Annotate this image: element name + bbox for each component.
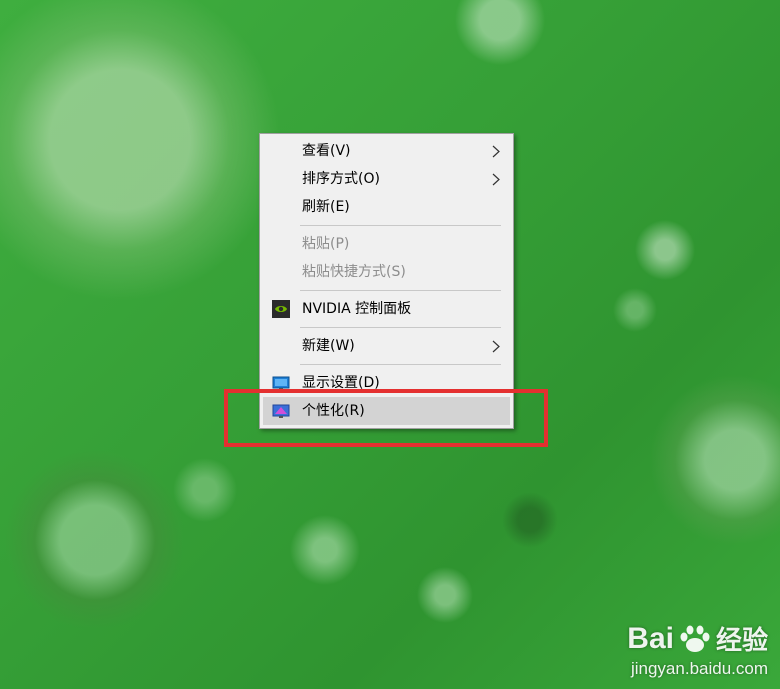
menu-item-paste-shortcut: 粘贴快捷方式(S) bbox=[260, 258, 513, 286]
menu-item-label: 个性化(R) bbox=[302, 403, 365, 419]
nvidia-icon bbox=[272, 300, 290, 318]
personalize-icon bbox=[272, 402, 290, 420]
desktop-context-menu: 查看(V) 排序方式(O) 刷新(E) 粘贴(P) 粘贴快捷方式(S) NVID… bbox=[259, 133, 514, 429]
menu-item-personalize[interactable]: 个性化(R) bbox=[263, 397, 510, 425]
menu-item-label: 新建(W) bbox=[302, 338, 355, 354]
menu-separator bbox=[300, 327, 501, 328]
menu-item-new[interactable]: 新建(W) bbox=[260, 332, 513, 360]
chevron-right-icon bbox=[491, 165, 501, 193]
menu-item-label: 排序方式(O) bbox=[302, 171, 380, 187]
menu-item-label: 刷新(E) bbox=[302, 199, 350, 215]
menu-separator bbox=[300, 364, 501, 365]
menu-item-sort-by[interactable]: 排序方式(O) bbox=[260, 165, 513, 193]
menu-item-label: NVIDIA 控制面板 bbox=[302, 301, 412, 317]
menu-item-nvidia-control-panel[interactable]: NVIDIA 控制面板 bbox=[260, 295, 513, 323]
menu-item-display-settings[interactable]: 显示设置(D) bbox=[260, 369, 513, 397]
menu-item-label: 粘贴快捷方式(S) bbox=[302, 264, 406, 280]
menu-item-paste: 粘贴(P) bbox=[260, 230, 513, 258]
baidu-jingyan-watermark: Bai 经验 jingyan.baidu.com bbox=[627, 620, 768, 679]
chevron-right-icon bbox=[491, 332, 501, 360]
watermark-url: jingyan.baidu.com bbox=[630, 659, 768, 678]
watermark-brand-left: Bai bbox=[627, 621, 674, 655]
menu-item-label: 显示设置(D) bbox=[302, 375, 380, 391]
display-settings-icon bbox=[272, 374, 290, 392]
chevron-right-icon bbox=[491, 137, 501, 165]
menu-item-refresh[interactable]: 刷新(E) bbox=[260, 193, 513, 221]
watermark-brand-right: 经验 bbox=[715, 625, 768, 655]
menu-separator bbox=[300, 290, 501, 291]
menu-item-view[interactable]: 查看(V) bbox=[260, 137, 513, 165]
menu-item-label: 粘贴(P) bbox=[302, 236, 350, 252]
menu-separator bbox=[300, 225, 501, 226]
baidu-paw-icon bbox=[680, 625, 710, 652]
menu-item-label: 查看(V) bbox=[302, 143, 351, 159]
